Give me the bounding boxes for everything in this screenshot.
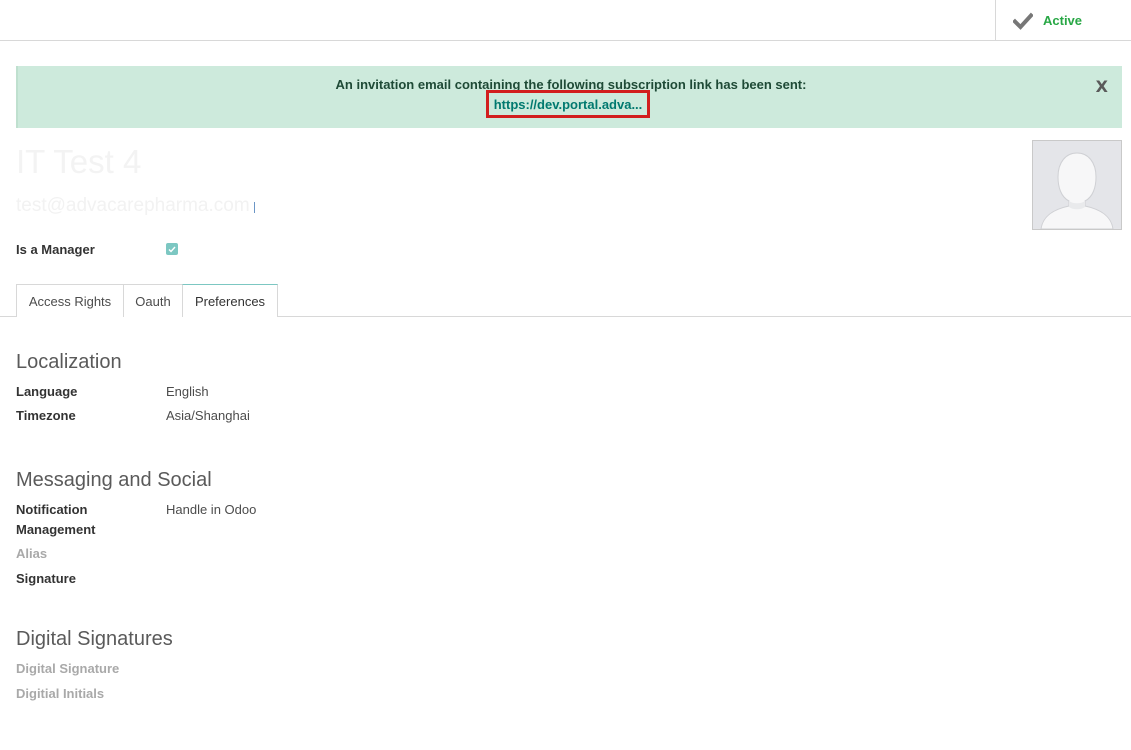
localization-heading: Localization [16, 351, 122, 373]
language-value[interactable]: English [166, 384, 209, 399]
timezone-value[interactable]: Asia/Shanghai [166, 408, 250, 423]
digital-signature-label: Digital Signature [16, 661, 120, 676]
alias-label: Alias [16, 546, 48, 561]
invitation-alert: An invitation email containing the follo… [16, 66, 1122, 128]
messaging-heading: Messaging and Social [16, 469, 212, 491]
is-manager-label: Is a Manager [16, 242, 95, 257]
user-avatar[interactable] [1032, 140, 1122, 230]
tab-access-rights[interactable]: Access Rights [16, 284, 124, 317]
language-label: Language [16, 384, 78, 399]
avatar-placeholder-icon [1033, 141, 1121, 229]
notification-value[interactable]: Handle in Odoo [166, 502, 256, 517]
timezone-label: Timezone [16, 408, 76, 423]
text-cursor [254, 202, 255, 213]
checkmark-icon [168, 246, 176, 253]
notification-label-line2: Management [16, 522, 96, 537]
user-name-field[interactable]: IT Test 4 [16, 143, 141, 181]
user-email-field[interactable]: test@advacarepharma.com [16, 195, 250, 217]
check-icon [1012, 12, 1034, 30]
digital-initials-label: Digitial Initials [16, 686, 105, 701]
subscription-link[interactable]: https://dev.portal.adva... [486, 90, 650, 118]
is-manager-checkbox[interactable] [166, 243, 178, 255]
notification-label-line1: Notification [16, 502, 88, 517]
form-statusbar: Active [0, 0, 1131, 41]
active-toggle-button[interactable]: Active [995, 0, 1131, 41]
tab-oauth[interactable]: Oauth [123, 284, 183, 317]
tab-preferences[interactable]: Preferences [182, 284, 278, 317]
digital-signatures-heading: Digital Signatures [16, 628, 173, 650]
signature-label: Signature [16, 571, 76, 586]
alert-close-button[interactable]: X [1096, 77, 1108, 96]
notebook-tabs: Access Rights Oauth Preferences [0, 284, 1131, 317]
active-status-label: Active [1043, 13, 1083, 28]
